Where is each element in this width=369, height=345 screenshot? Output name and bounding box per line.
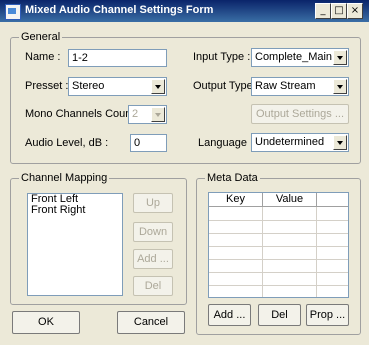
add-meta-button[interactable]: Add ... [208, 304, 251, 326]
meta-data-legend: Meta Data [205, 172, 260, 184]
del-meta-button[interactable]: Del [258, 304, 301, 326]
chevron-down-icon[interactable] [333, 50, 347, 65]
table-gridline [209, 246, 348, 247]
table-gridline [209, 220, 348, 221]
chevron-down-icon[interactable] [151, 79, 165, 94]
up-button[interactable]: Up [133, 193, 173, 213]
name-input[interactable]: 1-2 [68, 49, 167, 67]
channel-mapping-legend: Channel Mapping [19, 172, 110, 184]
table-gridline [209, 233, 348, 234]
general-legend: General [19, 31, 63, 43]
presset-select[interactable]: Stereo [68, 77, 167, 96]
table-gridline [209, 259, 348, 260]
chevron-down-icon[interactable] [333, 79, 347, 94]
table-gridline [209, 285, 348, 286]
close-button[interactable]: × [347, 3, 363, 19]
del-channel-button[interactable]: Del [133, 276, 173, 296]
maximize-button[interactable]: □ [331, 3, 347, 19]
cancel-button[interactable]: Cancel [117, 311, 185, 334]
presset-value: Stereo [72, 80, 105, 92]
name-label: Name : [25, 51, 61, 63]
language-select[interactable]: Undetermined [251, 133, 349, 152]
title-bar[interactable]: Mixed Audio Channel Settings Form _ □ × [0, 0, 369, 22]
table-gridline [316, 207, 317, 297]
window-title: Mixed Audio Channel Settings Form [25, 4, 214, 16]
ok-button[interactable]: OK [12, 311, 80, 334]
audio-level-label: Audio Level, dB : [25, 137, 109, 149]
presset-label: Presset : [25, 80, 69, 92]
down-button[interactable]: Down [133, 222, 173, 242]
input-type-value: Complete_Main [255, 51, 333, 63]
prop-meta-button[interactable]: Prop ... [306, 304, 349, 326]
language-label: Language : [198, 137, 254, 149]
audio-level-input[interactable]: 0 [130, 134, 167, 152]
settings-window: Mixed Audio Channel Settings Form _ □ × … [0, 0, 369, 345]
input-type-label: Input Type : [193, 51, 251, 63]
column-header-key[interactable]: Key [209, 193, 263, 207]
mono-channels-select[interactable]: 2 [128, 105, 167, 124]
table-gridline [209, 272, 348, 273]
output-type-select[interactable]: Raw Stream [251, 77, 349, 96]
column-header-value[interactable]: Value [263, 193, 317, 207]
minimize-button[interactable]: _ [315, 3, 331, 19]
chevron-down-icon[interactable] [151, 107, 165, 122]
meta-data-table[interactable]: Key Value [208, 192, 349, 298]
add-channel-button[interactable]: Add ... [133, 249, 173, 269]
input-type-select[interactable]: Complete_Main [251, 48, 349, 67]
column-header-extra[interactable] [317, 193, 348, 207]
chevron-down-icon[interactable] [333, 135, 347, 150]
mono-channels-value: 2 [132, 108, 139, 120]
list-item[interactable]: Front Right [28, 205, 122, 216]
language-value: Undetermined [255, 136, 325, 148]
table-gridline [262, 207, 263, 297]
output-type-label: Output Type: [193, 80, 256, 92]
app-icon [5, 4, 21, 20]
channel-list[interactable]: Front Left Front Right [27, 193, 123, 296]
output-settings-button[interactable]: Output Settings ... [251, 104, 349, 124]
mono-channels-label: Mono Channels Count : [25, 108, 141, 120]
output-type-value: Raw Stream [255, 80, 316, 92]
